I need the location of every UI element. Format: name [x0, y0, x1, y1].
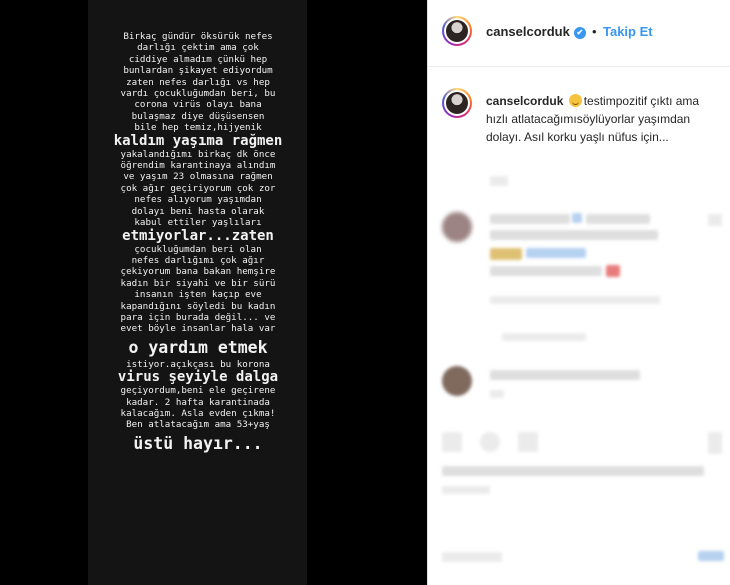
- avatar-image: [446, 92, 468, 114]
- blurred-comment-line: [490, 266, 602, 276]
- story-line: yakalandığımı birkaç dk önce: [120, 148, 276, 160]
- blurred-comment-meta: [490, 390, 504, 398]
- story-line: çekiyorum bana bakan hemşire: [120, 266, 276, 278]
- avatar-image: [446, 20, 468, 42]
- story-emphasis-line: üstü hayır...: [133, 433, 263, 453]
- story-line: kalacağım. Asla evden çıkma!: [120, 407, 276, 419]
- blurred-comment-mention: [526, 248, 586, 258]
- left-black-strip: [0, 0, 88, 585]
- story-line: ve yaşım 23 olmasına rağmen: [123, 171, 273, 183]
- caption-username[interactable]: canselcorduk: [486, 94, 563, 108]
- blurred-comment-line: [586, 214, 650, 224]
- story-text: Birkaç gündür öksürük nefes darlığı çekt…: [92, 27, 304, 455]
- story-line: para için burada değil... ve: [120, 311, 276, 323]
- story-line: kadın bir siyahi ve bir sürü: [120, 277, 276, 289]
- post-panel: canselcorduk ✔ • Takip Et canselcorduk te…: [427, 0, 730, 585]
- header-separator: •: [592, 24, 597, 39]
- story-line: zaten nefes darlığı vs hep: [126, 76, 270, 88]
- story-line: bile hep temiz,hijyenik: [134, 122, 262, 134]
- blurred-add-comment-input[interactable]: [442, 552, 502, 562]
- story-line: evet böyle insanlar hala var: [120, 323, 276, 335]
- story-emphasis-line: etmiyorlar...zaten: [122, 227, 274, 244]
- blurred-comment-line: [490, 214, 570, 224]
- story-line: insanın işten kaçıp eve: [134, 289, 262, 301]
- header-username-text[interactable]: canselcorduk: [486, 24, 570, 39]
- story-line: nefes alıyorum yaşımdan: [134, 194, 262, 206]
- header-username[interactable]: canselcorduk ✔: [486, 24, 586, 39]
- blurred-like-icon[interactable]: [442, 432, 462, 452]
- blurred-comment-line: [708, 214, 722, 226]
- story-line: kapandığını söyledi bu kadın: [120, 300, 276, 312]
- blurred-comment-avatar[interactable]: [442, 212, 472, 242]
- blurred-comment-avatar[interactable]: [442, 366, 472, 396]
- story-line: Ben atlatacağım ama 53+yaş: [126, 419, 270, 431]
- right-black-strip: [307, 0, 427, 585]
- story-emphasis-line: virus şeyiyle dalga: [117, 369, 279, 386]
- avatar-inner: [444, 90, 470, 116]
- screenshot-frame: Birkaç gündür öksürük nefes darlığı çekt…: [0, 0, 730, 585]
- blurred-comment-emoji: [490, 248, 522, 260]
- story-emphasis-line: o yardım etmek: [128, 337, 268, 357]
- blurred-share-icon[interactable]: [518, 432, 538, 452]
- story-image: Birkaç gündür öksürük nefes darlığı çekt…: [0, 0, 427, 585]
- story-line: vardı çocukluğumdan beri, bu: [120, 88, 276, 100]
- story-line: ciddiye almadım çünkü hep: [128, 53, 268, 65]
- blurred-post-button[interactable]: [698, 551, 724, 561]
- story-line: bunlardan şikayet ediyordum: [123, 65, 273, 77]
- smiling-face-emoji-icon: [568, 94, 582, 107]
- blurred-timestamp: [490, 176, 508, 186]
- story-line: Birkaç gündür öksürük nefes: [123, 31, 273, 42]
- caption-avatar[interactable]: [442, 88, 472, 118]
- story-line: dolayı beni hasta olarak: [131, 205, 265, 217]
- blurred-save-icon[interactable]: [708, 432, 722, 454]
- story-line: çocukluğumdan beri olan: [134, 243, 262, 255]
- blurred-comment-line: [490, 230, 658, 240]
- post-header: canselcorduk ✔ • Takip Et: [428, 0, 730, 67]
- blurred-comment-meta: [490, 296, 660, 304]
- story-line: öğrendim karantinaya alındım: [120, 160, 276, 172]
- blurred-comment-badge: [572, 213, 582, 223]
- blurred-comment-emoji: [606, 265, 620, 277]
- follow-button[interactable]: Takip Et: [603, 24, 653, 39]
- story-emphasis-line: kaldım yaşıma rağmen: [113, 132, 283, 149]
- blurred-comment-line: [490, 370, 640, 380]
- story-line: geçiyordum,beni ele geçirene: [120, 385, 276, 397]
- story-line: darlığı çektim ama çok: [137, 42, 259, 54]
- story-line: bulaşmaz diye düşüsensen: [131, 110, 265, 122]
- story-line: nefes darlığımı çok ağır: [131, 254, 265, 266]
- blurred-replies[interactable]: [502, 333, 586, 341]
- verified-badge-icon: ✔: [573, 26, 586, 39]
- story-line: kadar. 2 hafta karantinada: [126, 396, 270, 408]
- story-line: çok ağır geçiriyorum çok zor: [120, 182, 276, 194]
- story-line: corona virüs olayı bana: [134, 99, 262, 111]
- post-caption: canselcorduk testimpozitif çıktı ama hız…: [486, 92, 716, 146]
- avatar-inner: [444, 18, 470, 44]
- blurred-post-date: [442, 486, 490, 494]
- profile-avatar[interactable]: [442, 16, 472, 46]
- story-line: kabul ettiler yaşlıları: [134, 217, 262, 229]
- blurred-likes-count: [442, 466, 704, 476]
- blurred-comment-icon[interactable]: [480, 432, 500, 452]
